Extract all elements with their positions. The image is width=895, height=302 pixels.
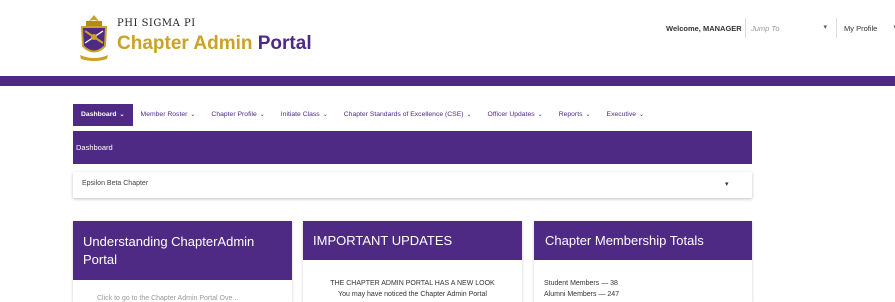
card-title: IMPORTANT UPDATES <box>313 233 453 248</box>
card-title: Understanding ChapterAdmin Portal <box>83 234 255 267</box>
nav-item-executive[interactable]: Executive ⌄ <box>599 104 653 126</box>
nav-item-reports[interactable]: Reports ⌄ <box>551 104 599 126</box>
card-header: Chapter Membership Totals <box>534 221 752 260</box>
chevron-down-icon: ⌄ <box>537 112 543 118</box>
chevron-down-icon: ⌄ <box>322 112 328 118</box>
nav-item-dashboard[interactable]: Dashboard ⌄ <box>73 104 133 126</box>
chevron-down-icon: ⌄ <box>259 112 265 118</box>
chevron-down-icon: ▾ <box>725 181 729 188</box>
nav-item-officer-updates[interactable]: Officer Updates ⌄ <box>480 104 551 126</box>
my-profile-menu[interactable]: My Profile ▾ <box>836 18 895 38</box>
org-name: PHI SIGMA PI <box>117 18 196 29</box>
card-title: Chapter Membership Totals <box>545 233 704 248</box>
header-divider-bar <box>0 76 895 86</box>
site-header: PHI SIGMA PI Chapter Admin Portal Welcom… <box>0 0 895 76</box>
alumni-members-count: Alumni Members — 247 <box>544 291 620 298</box>
chevron-down-icon: ⌄ <box>639 112 645 118</box>
card-body-text[interactable]: Click to go to the Chapter Admin Portal … <box>97 295 238 302</box>
page-title: Dashboard <box>76 143 113 152</box>
nav-item-chapter-profile[interactable]: Chapter Profile ⌄ <box>203 104 272 126</box>
jump-to-select[interactable]: Jump To ▾ <box>745 18 833 38</box>
nav-item-initiate-class[interactable]: Initiate Class ⌄ <box>273 104 336 126</box>
important-updates-card: IMPORTANT UPDATES THE CHAPTER ADMIN PORT… <box>303 221 522 302</box>
nav-item-member-roster[interactable]: Member Roster ⌄ <box>133 104 204 126</box>
chevron-down-icon: ⌄ <box>190 112 196 118</box>
my-profile-label: My Profile <box>844 24 878 33</box>
portal-title-part1: Chapter Admin <box>117 33 253 54</box>
nav-item-label: Dashboard <box>81 111 117 118</box>
card-header: IMPORTANT UPDATES <box>303 221 522 260</box>
page-title-bar: Dashboard <box>73 131 752 164</box>
portal-title[interactable]: Chapter Admin Portal <box>117 33 312 55</box>
crest-logo[interactable] <box>77 13 111 63</box>
welcome-text: Welcome, MANAGER <box>666 24 742 33</box>
chevron-down-icon: ⌄ <box>585 112 591 118</box>
nav-item-chapter-standards[interactable]: Chapter Standards of Excellence (CSE) ⌄ <box>336 104 480 126</box>
student-members-count: Student Members — 38 <box>544 280 618 287</box>
nav-item-label: Chapter Profile <box>211 111 257 118</box>
chapter-select[interactable]: Epsilon Beta Chapter ▾ <box>73 172 752 198</box>
portal-title-part2: Portal <box>257 33 312 54</box>
chevron-down-icon: ▾ <box>823 24 827 31</box>
update-headline: THE CHAPTER ADMIN PORTAL HAS A NEW LOOK <box>330 280 495 287</box>
nav-item-label: Executive <box>606 111 636 118</box>
nav-item-label: Chapter Standards of Excellence (CSE) <box>343 111 464 118</box>
nav-item-label: Initiate Class <box>280 111 320 118</box>
chevron-down-icon: ⌄ <box>119 112 125 118</box>
nav-item-label: Officer Updates <box>487 111 535 118</box>
main-nav: Dashboard ⌄ Member Roster ⌄ Chapter Profil… <box>73 104 652 126</box>
chapter-select-value: Epsilon Beta Chapter <box>82 180 149 187</box>
jump-to-placeholder: Jump To <box>751 24 780 33</box>
membership-totals-card: Chapter Membership Totals Student Member… <box>534 221 752 302</box>
chevron-down-icon: ⌄ <box>466 112 472 118</box>
nav-item-label: Reports <box>558 111 583 118</box>
understanding-card: Understanding ChapterAdmin Portal Click … <box>73 221 292 302</box>
card-header: Understanding ChapterAdmin Portal <box>73 221 292 280</box>
nav-item-label: Member Roster <box>140 111 188 118</box>
update-text: You may have noticed the Chapter Admin P… <box>338 291 487 298</box>
